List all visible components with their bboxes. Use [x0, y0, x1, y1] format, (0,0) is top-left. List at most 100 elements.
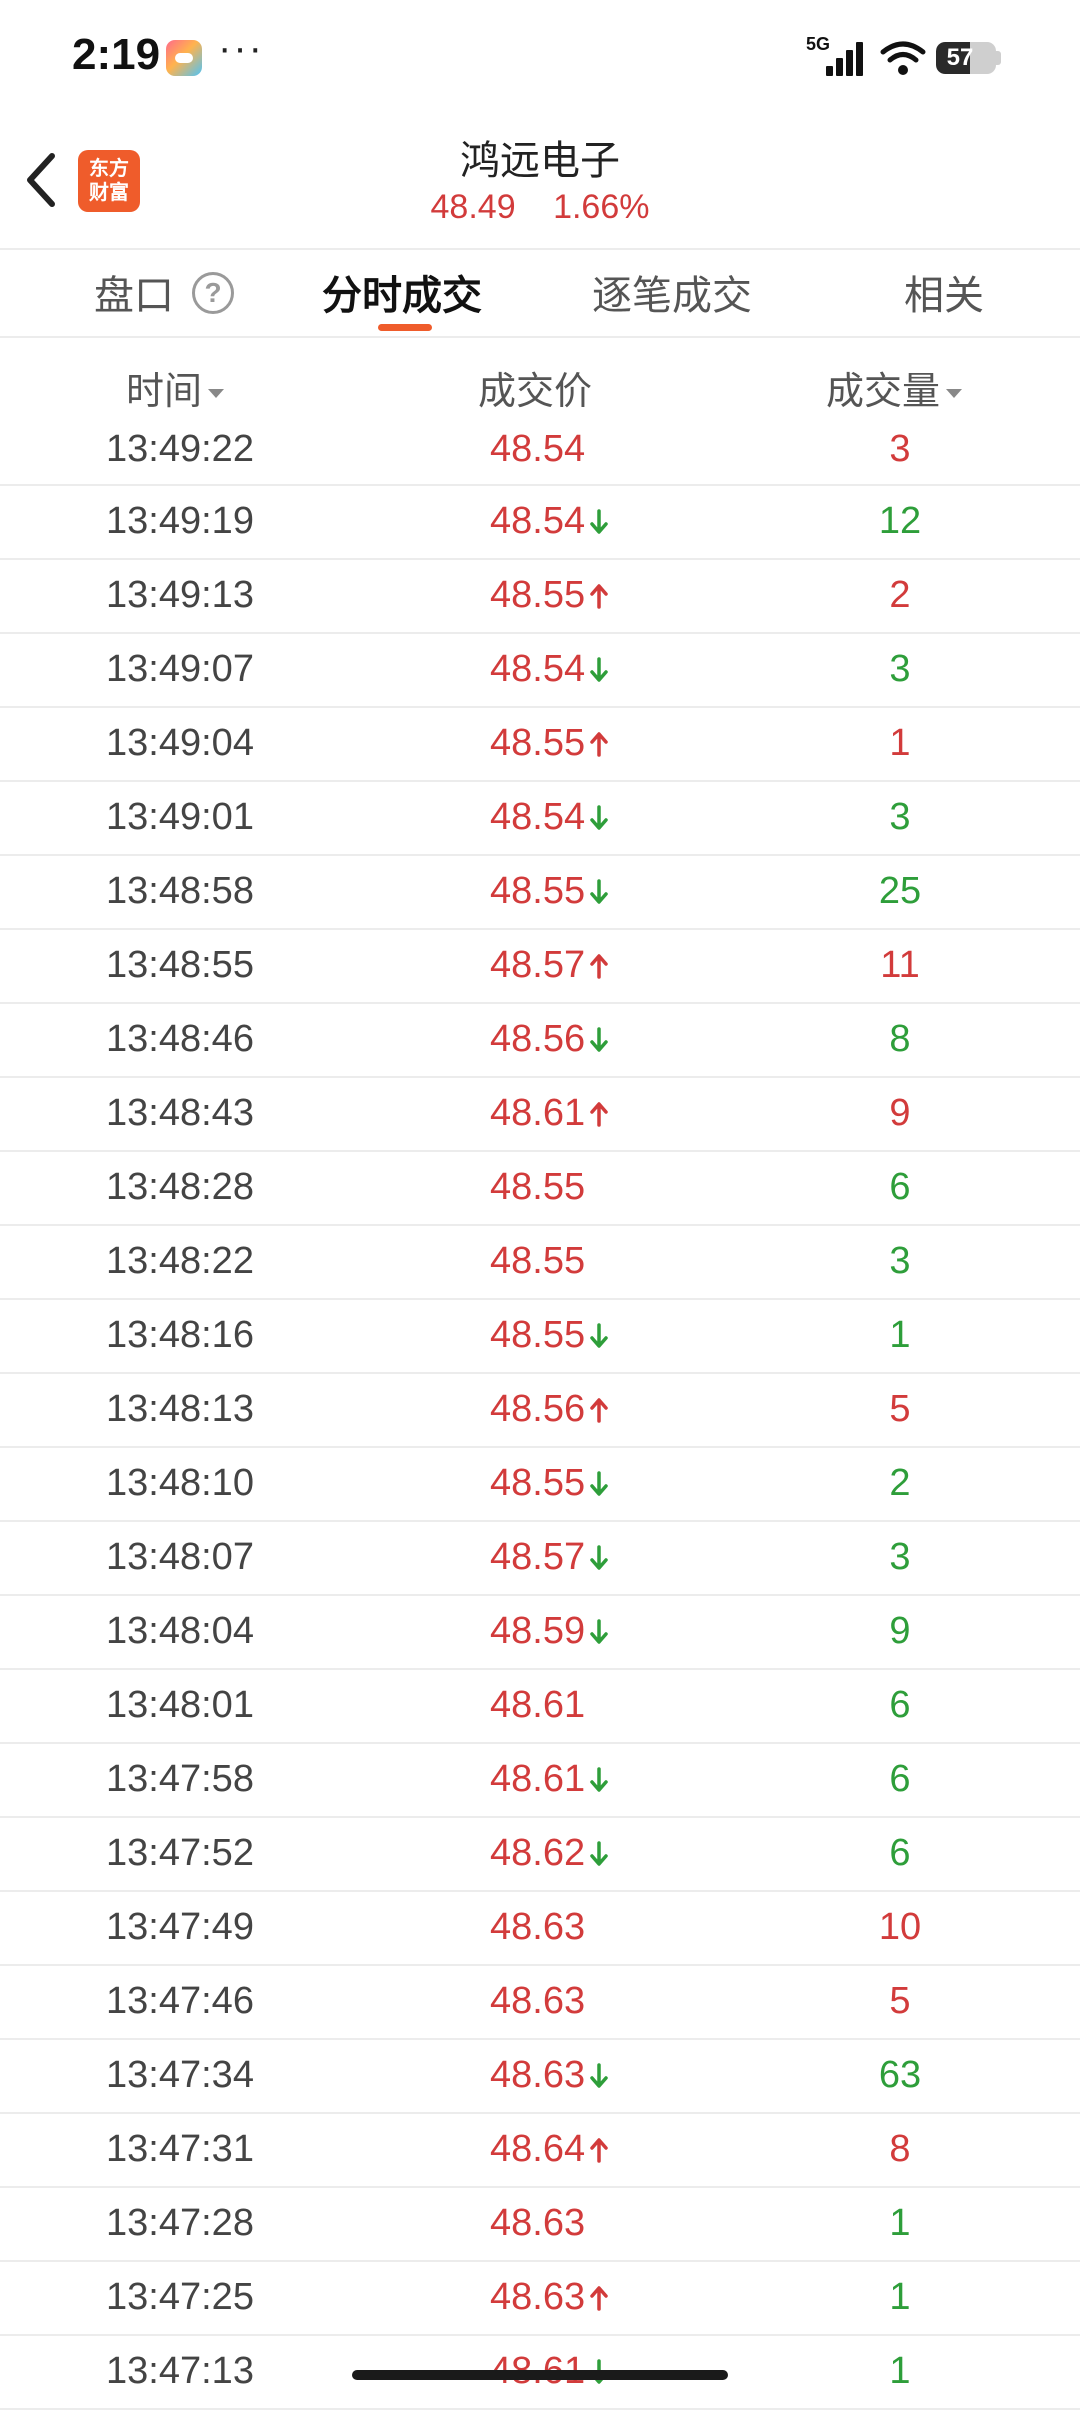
trade-price: 48.55	[490, 870, 670, 913]
table-row: 13:48:10 48.55 2	[0, 1448, 1080, 1522]
table-row: 13:47:58 48.61 6	[0, 1744, 1080, 1818]
trade-volume: 1	[889, 1314, 911, 1356]
column-header-volume-label: 成交量	[826, 371, 941, 413]
trade-volume: 6	[889, 1166, 911, 1208]
trade-time: 13:47:25	[106, 2276, 254, 2318]
down-arrow-icon	[590, 1471, 608, 1496]
trade-volume: 6	[889, 1684, 911, 1726]
trade-price-value: 48.55	[490, 1166, 586, 1208]
trade-time: 13:47:34	[106, 2054, 254, 2096]
down-arrow-icon	[590, 509, 608, 534]
trade-volume: 3	[889, 1536, 911, 1578]
up-arrow-icon	[590, 2138, 608, 2163]
table-row: 13:49:01 48.54 3	[0, 782, 1080, 856]
trade-price-value: 48.56	[490, 1388, 586, 1430]
column-header-time[interactable]: 时间	[126, 360, 225, 415]
trade-price: 48.54	[490, 796, 670, 839]
tab-tick-trades[interactable]: 逐笔成交	[592, 266, 752, 326]
trade-price-value: 48.63	[490, 1980, 586, 2022]
down-arrow-icon	[590, 1767, 608, 1792]
column-header-volume[interactable]: 成交量	[826, 360, 963, 415]
trade-price-value: 48.54	[490, 648, 586, 690]
table-row: 13:47:49 48.63 10	[0, 1892, 1080, 1966]
trade-time: 13:48:55	[106, 944, 254, 986]
trade-price: 48.59	[490, 1610, 670, 1653]
down-arrow-icon	[590, 2063, 608, 2088]
table-row: 13:49:04 48.55 1	[0, 708, 1080, 782]
up-arrow-icon	[590, 954, 608, 979]
tab-time-sales[interactable]: 分时成交	[322, 266, 482, 326]
active-tab-indicator	[378, 324, 432, 331]
trade-price-value: 48.63	[490, 1906, 586, 1948]
trade-volume: 1	[889, 2350, 911, 2392]
trade-time: 13:48:43	[106, 1092, 254, 1134]
trade-price: 48.63	[490, 2276, 670, 2319]
trade-price: 48.63	[490, 1980, 670, 2023]
trade-price: 48.64	[490, 2128, 670, 2171]
signal-icon	[826, 40, 866, 76]
trade-time: 13:48:28	[106, 1166, 254, 1208]
home-indicator[interactable]	[352, 2370, 728, 2380]
trade-price-value: 48.62	[490, 1832, 586, 1874]
column-header-price: 成交价	[478, 371, 593, 413]
stock-quote: 48.49 1.66%	[0, 188, 1080, 227]
trade-price-value: 48.55	[490, 722, 586, 764]
down-arrow-icon	[590, 1323, 608, 1348]
more-notifications-icon: ···	[218, 26, 264, 70]
trade-price: 48.61	[490, 1758, 670, 1801]
table-row: 13:49:13 48.55 2	[0, 560, 1080, 634]
up-arrow-icon	[590, 1398, 608, 1423]
trade-time: 13:49:13	[106, 574, 254, 616]
trade-price: 48.63	[490, 2054, 670, 2097]
trade-volume: 3	[889, 1240, 911, 1282]
trade-price-value: 48.63	[490, 2054, 586, 2096]
table-row: 13:47:34 48.63 63	[0, 2040, 1080, 2114]
trade-time: 13:48:16	[106, 1314, 254, 1356]
tab-related[interactable]: 相关	[904, 266, 984, 326]
trade-price: 48.56	[490, 1018, 670, 1061]
trade-time: 13:48:07	[106, 1536, 254, 1578]
trade-price: 48.61	[490, 1092, 670, 1135]
tab-bar: 盘口 ? 分时成交 逐笔成交 相关	[0, 250, 1080, 338]
trade-price: 48.57	[490, 1536, 670, 1579]
table-row: 13:47:52 48.62 6	[0, 1818, 1080, 1892]
trade-price-value: 48.61	[490, 1092, 586, 1134]
trade-price: 48.55	[490, 1314, 670, 1357]
trade-volume: 5	[889, 1980, 911, 2022]
trade-volume: 6	[889, 1758, 911, 1800]
trade-price-value: 48.54	[490, 428, 586, 470]
trade-volume: 2	[889, 1462, 911, 1504]
trades-table[interactable]: 13:49:22 48.54 3 13:49:19 48.54 12 13:49:13 48.…	[0, 414, 1080, 2410]
trade-price-value: 48.63	[490, 2276, 586, 2318]
table-row: 13:48:22 48.55 3	[0, 1226, 1080, 1300]
stock-header: 东方 财富 鸿远电子 48.49 1.66%	[0, 110, 1080, 250]
help-icon[interactable]: ?	[192, 272, 234, 314]
trade-volume: 2	[889, 574, 911, 616]
trade-volume: 8	[889, 1018, 911, 1060]
stock-change-pct: 1.66%	[553, 188, 650, 226]
trade-price-value: 48.61	[490, 1758, 586, 1800]
trade-price: 48.55	[490, 1240, 670, 1283]
trade-price: 48.63	[490, 1906, 670, 1949]
table-row: 13:47:46 48.63 5	[0, 1966, 1080, 2040]
trade-volume: 8	[889, 2128, 911, 2170]
table-row: 13:47:25 48.63 1	[0, 2262, 1080, 2336]
trade-price-value: 48.59	[490, 1610, 586, 1652]
table-row: 13:47:28 48.63 1	[0, 2188, 1080, 2262]
table-row: 13:49:07 48.54 3	[0, 634, 1080, 708]
trade-price: 48.63	[490, 2202, 670, 2245]
trade-price-value: 48.55	[490, 870, 586, 912]
trade-time: 13:49:22	[106, 428, 254, 470]
wifi-icon	[880, 41, 926, 75]
trade-price: 48.55	[490, 574, 670, 617]
battery-icon: 57	[936, 42, 996, 74]
table-row: 13:48:13 48.56 5	[0, 1374, 1080, 1448]
down-arrow-icon	[590, 1545, 608, 1570]
trade-price-value: 48.61	[490, 1684, 586, 1726]
sort-caret-icon	[208, 389, 225, 399]
trade-price: 48.55	[490, 722, 670, 765]
trade-volume: 5	[889, 1388, 911, 1430]
trade-volume: 3	[889, 428, 911, 470]
trade-price: 48.62	[490, 1832, 670, 1875]
tab-order-book[interactable]: 盘口	[94, 266, 174, 326]
